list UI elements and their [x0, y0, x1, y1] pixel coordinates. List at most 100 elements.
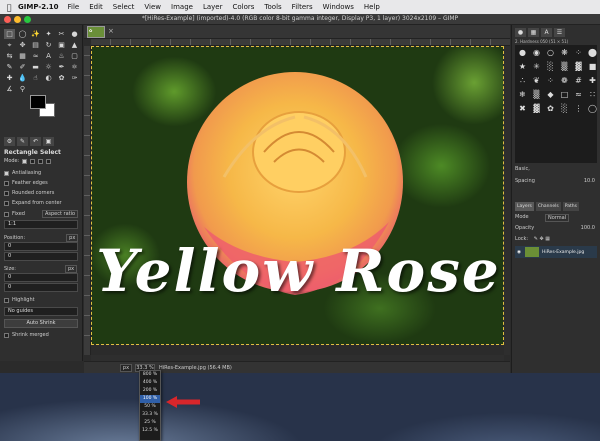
- menu-windows[interactable]: Windows: [323, 3, 354, 11]
- zoom-tool-icon[interactable]: ⚲: [17, 84, 28, 94]
- unit-select[interactable]: px: [120, 363, 132, 372]
- expand-from-center-checkbox[interactable]: [4, 200, 9, 206]
- brush-spray-icon[interactable]: ∴: [516, 74, 529, 87]
- expand-from-center-option[interactable]: Expand from center: [4, 200, 62, 206]
- image-tab-thumbnail[interactable]: ✿: [87, 26, 105, 38]
- menu-image[interactable]: Image: [171, 3, 193, 11]
- aspect-ratio-field[interactable]: 1:1: [4, 220, 78, 229]
- dodge-tool-icon[interactable]: ◐: [43, 73, 54, 83]
- brush-large-icon[interactable]: ⬤: [586, 46, 599, 59]
- brush-texture-icon[interactable]: ░: [544, 60, 557, 73]
- menu-filters[interactable]: Filters: [292, 3, 313, 11]
- document-history-tab-icon[interactable]: ☰: [554, 28, 565, 37]
- vertical-ruler[interactable]: [84, 46, 91, 355]
- menu-select[interactable]: Select: [113, 3, 135, 11]
- brush-grass-icon[interactable]: ❁: [558, 74, 571, 87]
- tool-options-tab-icon[interactable]: ⚙: [4, 137, 15, 146]
- menu-help[interactable]: Help: [364, 3, 380, 11]
- position-unit-select[interactable]: px: [66, 234, 79, 242]
- images-tab-icon[interactable]: ▣: [43, 137, 54, 146]
- size-unit-select[interactable]: px: [64, 265, 78, 273]
- measure-tool-icon[interactable]: ∡: [4, 84, 15, 94]
- brush-block-icon[interactable]: ■: [586, 60, 599, 73]
- rounded-corners-checkbox[interactable]: [4, 190, 9, 196]
- replace-mode-icon[interactable]: [22, 158, 28, 164]
- foreground-color-swatch[interactable]: [30, 95, 46, 109]
- position-x-field[interactable]: 0: [4, 242, 78, 251]
- opacity-value[interactable]: 100.0: [581, 225, 595, 231]
- brush-category[interactable]: Basic,: [515, 166, 597, 174]
- layer-visibility-icon[interactable]: ◉: [517, 250, 521, 255]
- brush-pepper-icon[interactable]: ⁘: [544, 74, 557, 87]
- guides-select[interactable]: No guides: [4, 307, 78, 316]
- cage-tool-icon[interactable]: ▦: [17, 51, 28, 61]
- antialiasing-option[interactable]: Antialiasing: [4, 170, 41, 176]
- zoom-option-33[interactable]: 33.3 %: [140, 411, 160, 419]
- brush-dots-icon[interactable]: ⁘: [572, 46, 585, 59]
- crop-tool-icon[interactable]: ⌖: [4, 40, 15, 50]
- brush-splat-icon[interactable]: ✳: [530, 60, 543, 73]
- airbrush-tool-icon[interactable]: ☼: [43, 62, 54, 72]
- brush-scatter-icon[interactable]: ∷: [586, 88, 599, 101]
- pencil-tool-icon[interactable]: ✎: [4, 62, 15, 72]
- zoom-option-100[interactable]: 100 %: [140, 395, 160, 403]
- spacing-value[interactable]: 10.0: [584, 178, 595, 184]
- ink-tool-icon[interactable]: ✒: [56, 62, 67, 72]
- brush-square-icon[interactable]: □: [558, 88, 571, 101]
- brush-diamond-icon[interactable]: ◆: [544, 88, 557, 101]
- size-h-field[interactable]: 0: [4, 283, 78, 292]
- add-mode-icon[interactable]: [30, 158, 36, 164]
- brush-charcoal-icon[interactable]: ░: [558, 102, 571, 115]
- fixed-checkbox[interactable]: [4, 211, 9, 217]
- brush-star-icon[interactable]: ★: [516, 60, 529, 73]
- scissors-tool-icon[interactable]: ✂: [56, 29, 67, 39]
- undo-history-tab-icon[interactable]: ↶: [30, 137, 41, 146]
- text-tool-icon[interactable]: A: [43, 51, 54, 61]
- menu-view[interactable]: View: [144, 3, 161, 11]
- zoom-option-25[interactable]: 25 %: [140, 419, 160, 427]
- zoom-option-50[interactable]: 50 %: [140, 403, 160, 411]
- layers-tab[interactable]: Layers: [515, 202, 534, 211]
- feather-edges-option[interactable]: Feather edges: [4, 180, 48, 186]
- position-y-field[interactable]: 0: [4, 252, 78, 261]
- brush-cross-icon[interactable]: ✚: [586, 74, 599, 87]
- highlight-option[interactable]: Highlight: [4, 297, 35, 303]
- patterns-tab-icon[interactable]: ▦: [528, 28, 539, 37]
- rounded-corners-option[interactable]: Rounded corners: [4, 190, 54, 196]
- warp-tool-icon[interactable]: ≈: [30, 51, 41, 61]
- brush-oil-icon[interactable]: ✿: [544, 102, 557, 115]
- fixed-mode-select[interactable]: Aspect ratio: [41, 210, 79, 218]
- subtract-mode-icon[interactable]: [38, 158, 44, 164]
- brush-bristle-icon[interactable]: ✖: [516, 102, 529, 115]
- menu-colors[interactable]: Colors: [232, 3, 254, 11]
- layer-mode-select[interactable]: Normal: [545, 214, 570, 222]
- bucket-fill-tool-icon[interactable]: ♨: [56, 51, 67, 61]
- rect-select-tool-icon[interactable]: □: [4, 29, 15, 39]
- lock-pixels-icon[interactable]: ✎: [534, 236, 538, 242]
- free-select-tool-icon[interactable]: ✨: [30, 29, 41, 39]
- color-picker-tool-icon[interactable]: ✑: [69, 73, 80, 83]
- shrink-merged-checkbox[interactable]: [4, 332, 9, 338]
- channels-tab[interactable]: Channels: [535, 202, 561, 211]
- brush-grunge-icon[interactable]: ▒: [558, 60, 571, 73]
- intersect-mode-icon[interactable]: [46, 158, 52, 164]
- paths-tool-icon[interactable]: ✿: [56, 73, 67, 83]
- paintbrush-tool-icon[interactable]: ✐: [17, 62, 28, 72]
- zoom-option-12[interactable]: 12.5 %: [140, 427, 160, 435]
- app-menu[interactable]: GIMP-2.10: [18, 3, 59, 11]
- zoom-option-400[interactable]: 400 %: [140, 379, 160, 387]
- vertical-scrollbar[interactable]: [504, 46, 510, 355]
- brush-chalk-icon[interactable]: ▒: [530, 88, 543, 101]
- layer-row[interactable]: ◉ HiRes-Example.jpg: [515, 246, 597, 258]
- brush-circle-icon[interactable]: ○: [544, 46, 557, 59]
- ellipse-select-tool-icon[interactable]: ◯: [17, 29, 28, 39]
- foreground-select-tool-icon[interactable]: ●: [69, 29, 80, 39]
- brush-leaf-icon[interactable]: ❦: [530, 74, 543, 87]
- align-tool-icon[interactable]: ▤: [30, 40, 41, 50]
- fonts-tab-icon[interactable]: A: [541, 28, 552, 37]
- brush-dotted-icon[interactable]: ⋮: [572, 102, 585, 115]
- lock-alpha-icon[interactable]: ▦: [545, 236, 550, 242]
- size-w-field[interactable]: 0: [4, 273, 78, 282]
- highlight-checkbox[interactable]: [4, 297, 9, 303]
- smudge-tool-icon[interactable]: ☝: [30, 73, 41, 83]
